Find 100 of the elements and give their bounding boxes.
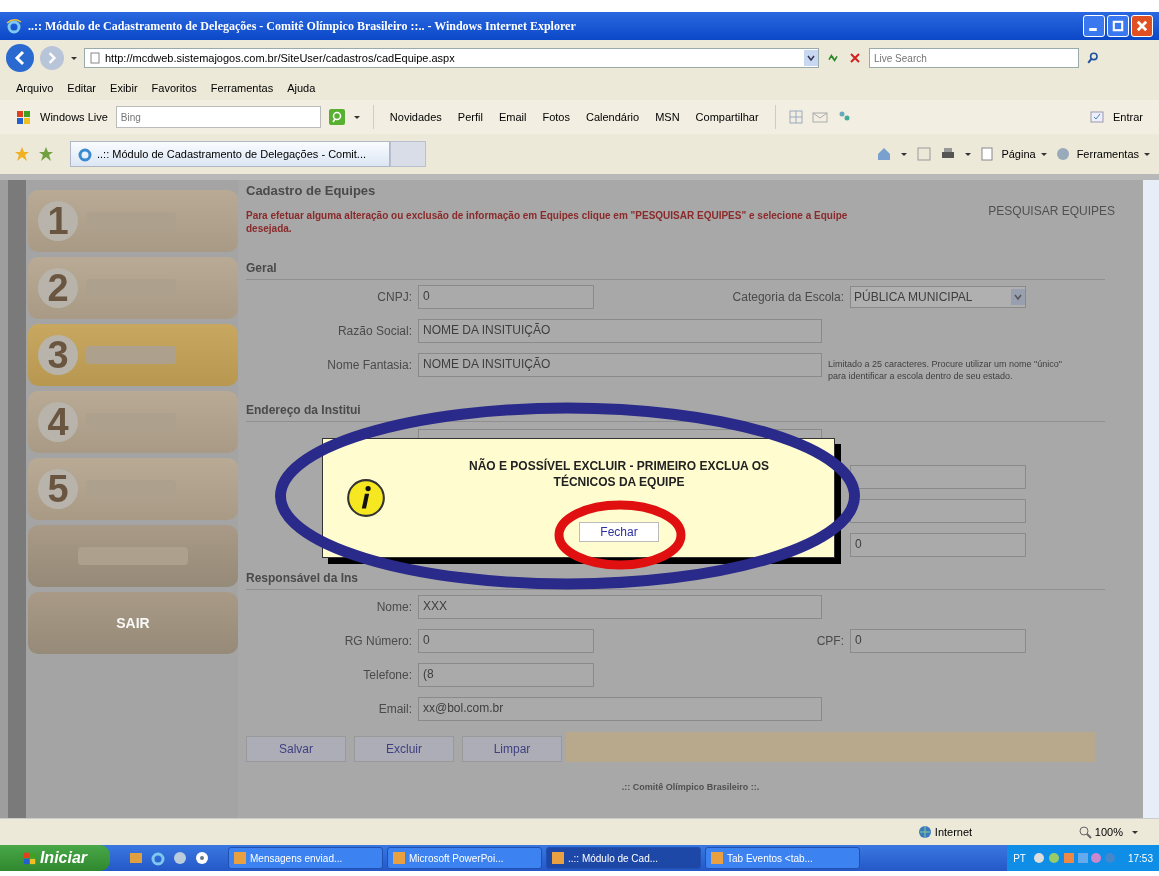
security-zone: Internet bbox=[917, 825, 1058, 839]
windows-flag-icon bbox=[22, 851, 37, 865]
input-field[interactable]: (8 bbox=[418, 663, 594, 687]
search-field[interactable]: Bing bbox=[115, 106, 321, 128]
menu-item[interactable]: Favoritos bbox=[151, 82, 197, 94]
app-icon bbox=[551, 851, 565, 865]
app-icon bbox=[710, 851, 724, 865]
address-field[interactable]: http://mcdweb.sistemajogos.com.br/SiteUser/cadastros/cadEquipe.aspx bbox=[84, 48, 819, 68]
form-button[interactable]: Limpar bbox=[462, 736, 562, 762]
exit-button[interactable]: SAIR bbox=[28, 592, 238, 654]
dropdown-arrow-icon[interactable] bbox=[70, 54, 78, 62]
star-icon[interactable] bbox=[14, 146, 30, 162]
step-menu-item[interactable]: 2 bbox=[28, 257, 238, 319]
magnifier-icon bbox=[1077, 825, 1092, 839]
close-dialog-button[interactable]: Fechar bbox=[579, 522, 659, 543]
browser-tab[interactable]: ..:: Módulo de Cadastramento de Delegações - Comit... bbox=[70, 141, 390, 167]
section-heading: Responsável da Ins bbox=[246, 568, 1105, 590]
menu-item[interactable]: Ferramentas bbox=[210, 82, 274, 94]
dropdown-arrow-icon bbox=[1143, 150, 1151, 158]
browser-logo-icon bbox=[6, 18, 22, 34]
search-icon[interactable] bbox=[1085, 50, 1101, 66]
menu-item[interactable]: Ajuda bbox=[287, 82, 316, 94]
toolbar-brand[interactable]: Windows Live bbox=[40, 111, 108, 123]
toolbar-link[interactable]: Email bbox=[498, 111, 527, 123]
toolbar-link[interactable]: Perfil bbox=[457, 111, 483, 123]
menu-item[interactable]: Exibir bbox=[110, 82, 138, 94]
field-label: Nome: bbox=[375, 600, 412, 614]
step-menu-item[interactable]: 4 bbox=[28, 391, 238, 453]
toolbar-link[interactable]: Calendário bbox=[585, 111, 640, 123]
start-button[interactable]: Iniciar bbox=[0, 845, 110, 871]
dropdown-arrow-icon[interactable] bbox=[900, 150, 909, 158]
input-field[interactable]: 0 bbox=[418, 629, 594, 653]
language-indicator[interactable]: PT bbox=[1013, 852, 1026, 864]
step-menu-item[interactable]: 1 bbox=[28, 190, 238, 252]
input-field[interactable]: XXX bbox=[418, 595, 822, 619]
input-field[interactable] bbox=[850, 499, 1026, 523]
page-icon bbox=[89, 52, 101, 64]
toolbar-link[interactable]: MSN bbox=[655, 111, 680, 123]
scrollbar[interactable] bbox=[1143, 180, 1159, 818]
field-label: CNPJ: bbox=[376, 290, 412, 304]
dropdown-arrow-icon[interactable] bbox=[352, 113, 361, 121]
home-icon[interactable] bbox=[876, 146, 893, 162]
field-label: Nome Fantasia: bbox=[326, 357, 412, 374]
star-plus-icon[interactable] bbox=[38, 146, 54, 162]
input-field[interactable]: 0 bbox=[850, 533, 1026, 557]
checkbox-icon[interactable] bbox=[1089, 109, 1106, 125]
close-icon bbox=[1135, 19, 1149, 33]
field-label: Categoria da Escola: bbox=[731, 290, 844, 304]
field-label: CPF: bbox=[815, 634, 844, 648]
taskbar-button[interactable]: Microsoft PowerPoi... bbox=[387, 847, 542, 869]
browser-logo-icon bbox=[77, 146, 93, 162]
hint-text: Limitado a 25 caracteres. Procure utilizar um nome "único" para identificar a escola dentro de seu estado. bbox=[828, 359, 1063, 383]
minimize-button[interactable] bbox=[1083, 15, 1105, 37]
input-field[interactable]: 0 bbox=[850, 629, 1026, 653]
browser-logo-icon[interactable] bbox=[150, 850, 166, 866]
clock: 17:53 bbox=[1127, 852, 1153, 864]
taskbar-button[interactable]: ..:: Módulo de Cad... bbox=[546, 847, 701, 869]
section-heading: Geral bbox=[246, 258, 1105, 280]
disc-icon[interactable] bbox=[194, 850, 210, 866]
menu-item[interactable]: Arquivo bbox=[16, 82, 54, 94]
field-label: RG Número: bbox=[343, 634, 412, 648]
input-field[interactable]: NOME DA INSITUIÇÃO bbox=[418, 353, 822, 377]
command-menu[interactable]: Página bbox=[980, 147, 1048, 161]
input-field[interactable]: 0 bbox=[418, 285, 594, 309]
window-title: ..:: Módulo de Cadastramento de Delegações - Comitê Olímpico Brasileiro ::.. - Windows Internet Explorer bbox=[28, 18, 577, 34]
field-label: Telefone: bbox=[362, 668, 412, 682]
close-button[interactable] bbox=[1131, 15, 1153, 37]
field-label: Razão Social: bbox=[336, 324, 412, 338]
toolbar-link[interactable]: Compartilhar bbox=[695, 111, 759, 123]
app-icon bbox=[233, 851, 247, 865]
step-menu-item[interactable]: 3 bbox=[28, 324, 238, 386]
info-icon bbox=[345, 477, 387, 519]
maximize-button[interactable] bbox=[1107, 15, 1129, 37]
sign-in-link[interactable]: Entrar bbox=[1113, 111, 1143, 123]
dialog-message: NÃO E POSSÍVEL EXCLUIR - PRIMEIRO EXCLUA OS TÉCNICOS DA EQUIPE bbox=[467, 459, 770, 491]
menu-item[interactable]: Editar bbox=[67, 82, 97, 94]
back-button[interactable] bbox=[6, 44, 34, 72]
zoom-level[interactable]: 100% bbox=[1077, 825, 1139, 839]
form-button[interactable]: Salvar bbox=[246, 736, 346, 762]
section-heading: Endereço da Institui bbox=[246, 400, 1105, 422]
input-field[interactable] bbox=[850, 465, 1026, 489]
command-menu[interactable]: Ferramentas bbox=[1055, 147, 1151, 161]
search-teams-link[interactable]: PESQUISAR EQUIPES bbox=[988, 204, 1115, 258]
dropdown-arrow-icon[interactable] bbox=[964, 150, 973, 158]
field-label: Email: bbox=[377, 702, 412, 716]
form-title: Cadastro de Equipes bbox=[246, 182, 377, 198]
minimize-icon bbox=[1089, 28, 1097, 31]
footer-text: .:: Comitê Olímpico Brasileiro ::. bbox=[620, 782, 761, 792]
category-dropdown[interactable]: PÚBLICA MUNICIPAL bbox=[850, 286, 1026, 308]
taskbar-button[interactable]: Tab Eventos <tab... bbox=[705, 847, 860, 869]
toolbar-link[interactable]: Novidades bbox=[389, 111, 442, 123]
step-menu-item[interactable]: 5 bbox=[28, 458, 238, 520]
input-field[interactable]: xx@bol.com.br bbox=[418, 697, 822, 721]
input-field[interactable]: NOME DA INSITUIÇÃO bbox=[418, 319, 822, 343]
windows-flag-icon bbox=[16, 109, 32, 125]
taskbar-button[interactable]: Mensagens enviad... bbox=[228, 847, 383, 869]
search-field[interactable]: Live Search bbox=[869, 48, 1079, 68]
toolbar-link[interactable]: Fotos bbox=[542, 111, 570, 123]
search-icon[interactable] bbox=[328, 109, 345, 125]
form-button[interactable]: Excluir bbox=[354, 736, 454, 762]
